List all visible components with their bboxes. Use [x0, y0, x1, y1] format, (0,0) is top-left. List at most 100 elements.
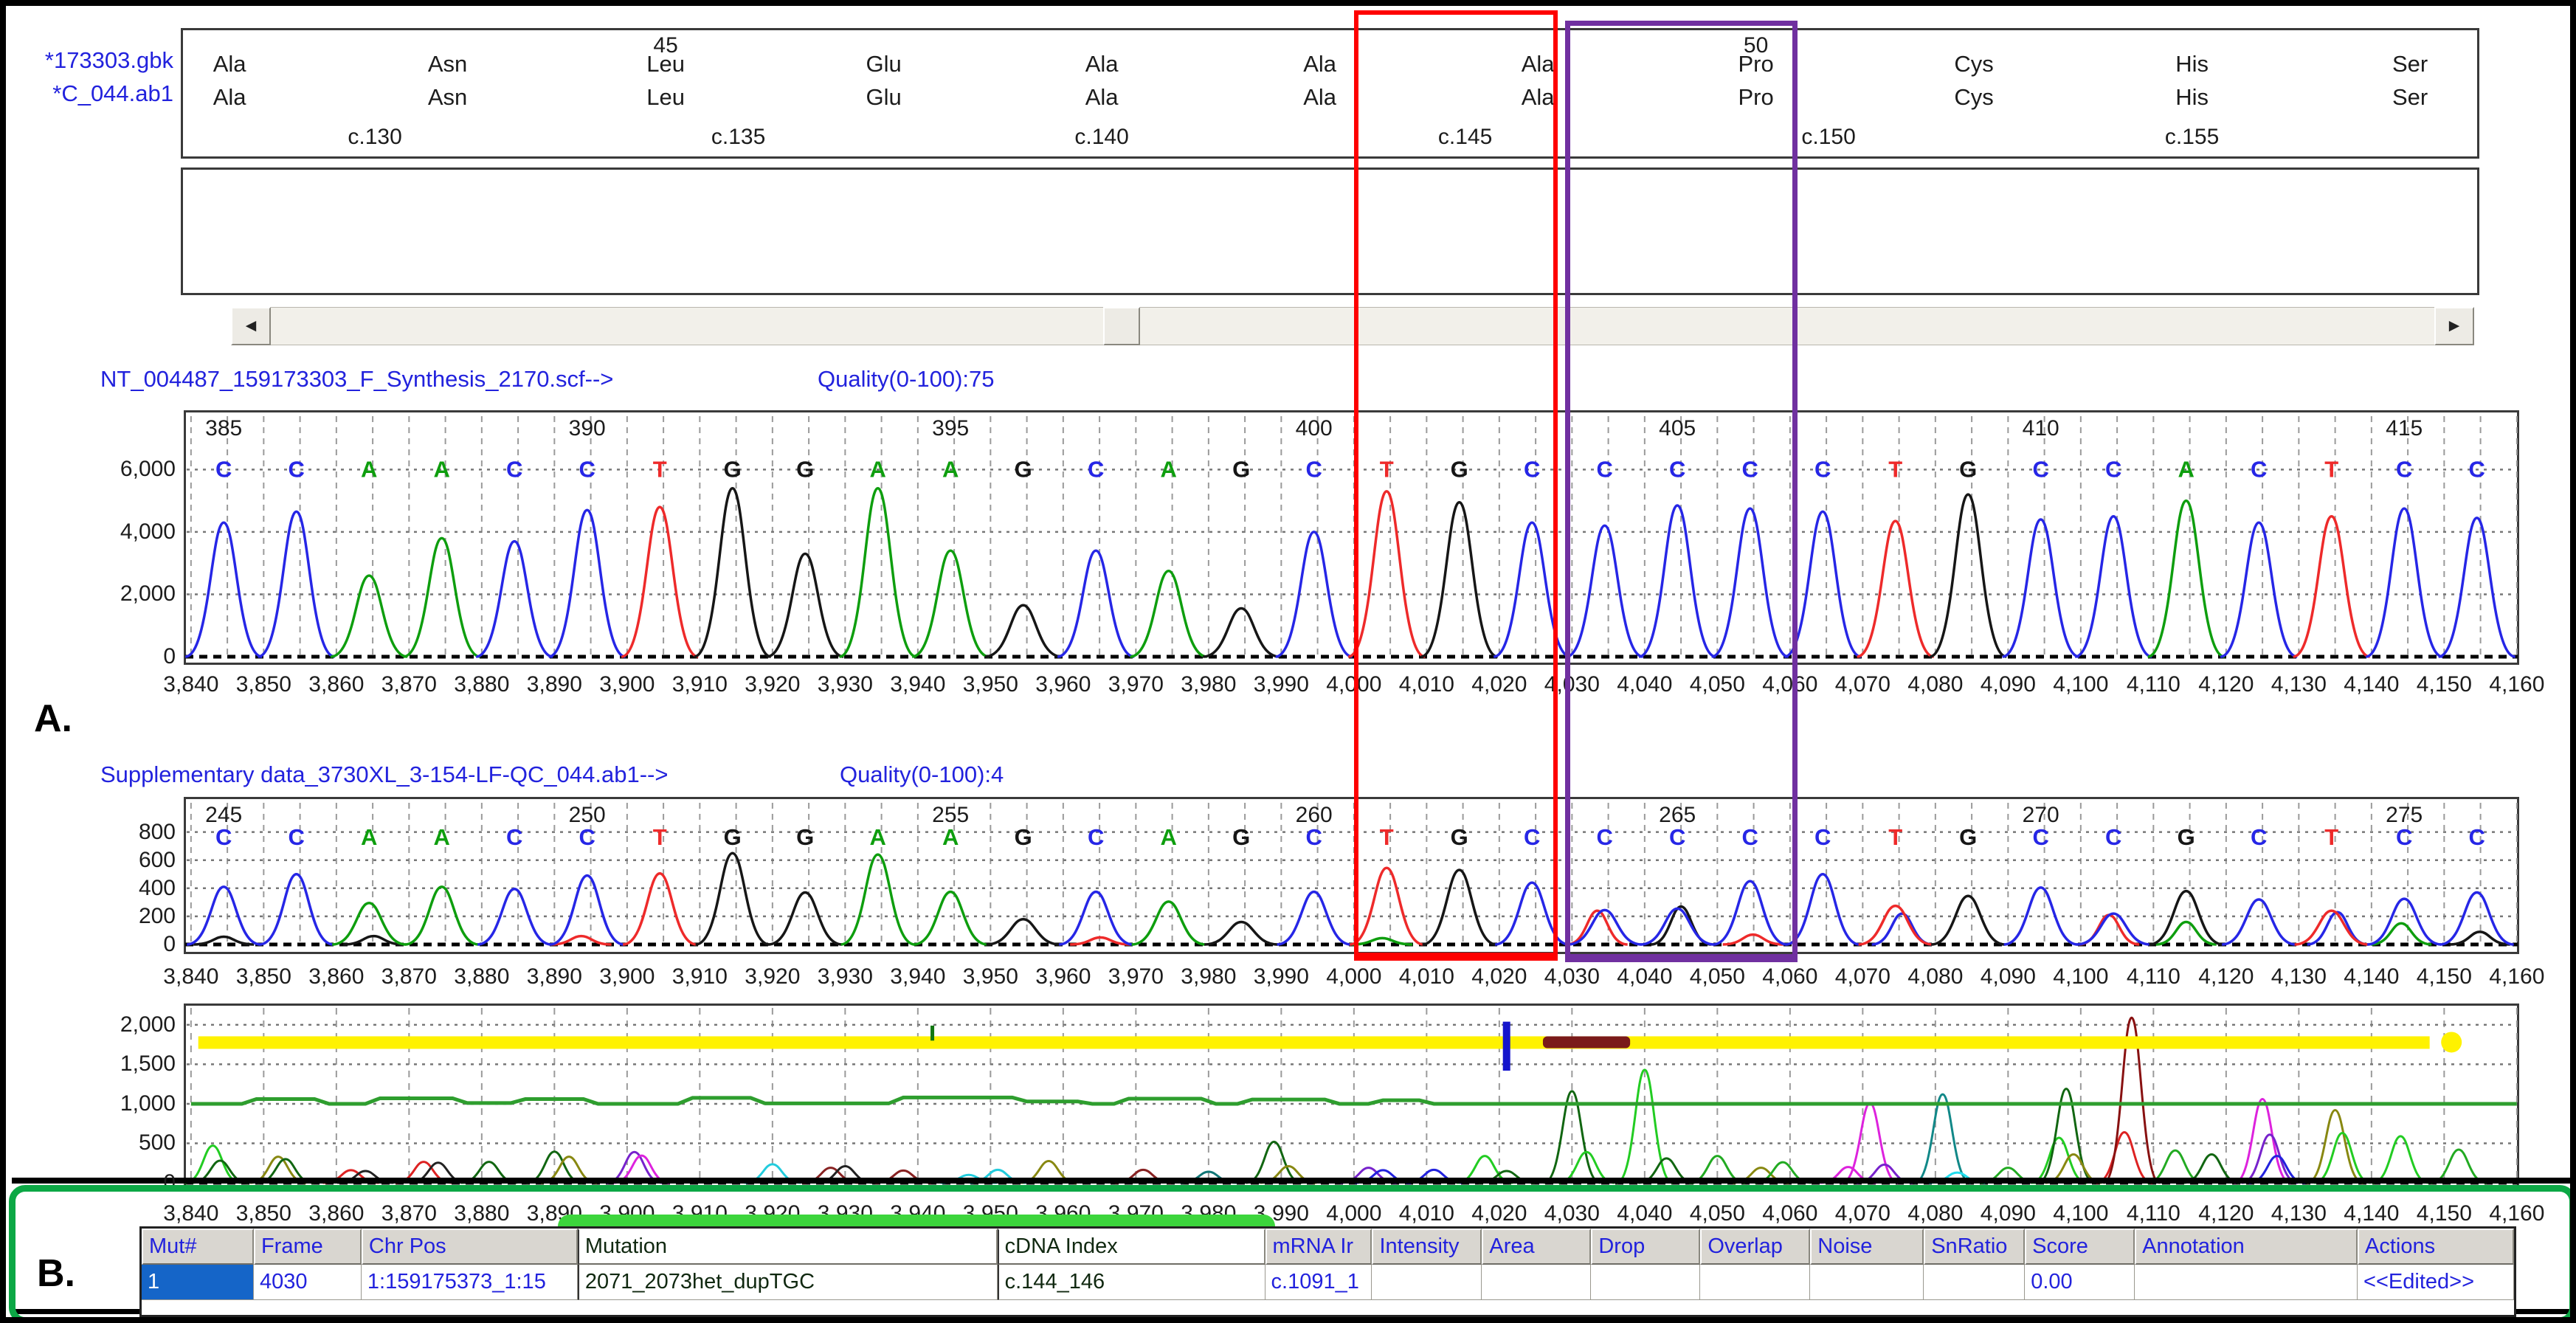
table-cell[interactable]: 2071_2073het_dupTGC [577, 1265, 998, 1300]
base-call-letter: A [869, 456, 885, 482]
xaxis-tick-label: 3,850 [235, 1201, 291, 1226]
sample-amino-acid: Cys [1954, 84, 1994, 110]
xaxis-tick-label: 4,110 [2126, 964, 2180, 989]
table-header-mrna-ir[interactable]: mRNA Ir [1265, 1229, 1372, 1265]
xaxis-tick-label: 4,000 [1326, 1201, 1382, 1226]
cdna-position-label: c.145 [1437, 125, 1493, 149]
horizontal-scrollbar[interactable] [231, 307, 2474, 345]
base-call-letter: C [1305, 824, 1322, 850]
base-call-letter: C [2251, 824, 2267, 850]
chromatogram-b-filename: Supplementary data_3730XL_3-154-LF-QC_04… [100, 761, 669, 787]
xaxis-tick-label: 3,940 [890, 964, 946, 989]
table-cell[interactable]: 1:159175373_1:15 [361, 1265, 578, 1300]
base-call-letter: G [1959, 824, 1977, 850]
base-call-letter: G [724, 824, 742, 850]
xaxis-tick-label: 4,000 [1326, 672, 1382, 697]
xaxis-tick-label: 3,920 [745, 964, 801, 989]
scan-position-label: 415 [2386, 416, 2423, 441]
xaxis-tick-label: 4,130 [2271, 672, 2327, 697]
mutation-row[interactable]: 1 4030 1:159175373_1:15 2071_2073het_dupTGC… [142, 1265, 2514, 1300]
scan-position-label: 405 [1659, 416, 1696, 441]
table-header-cdna-index[interactable]: cDNA Index [997, 1229, 1265, 1265]
table-cell[interactable]: 0.00 [2025, 1265, 2135, 1300]
xaxis-tick-label: 4,150 [2416, 1201, 2472, 1226]
table-header-mut-[interactable]: Mut# [142, 1229, 254, 1265]
table-header-drop[interactable]: Drop [1591, 1229, 1701, 1265]
xaxis-tick-label: 3,850 [235, 964, 291, 989]
xaxis-tick-label: 4,010 [1398, 964, 1454, 989]
table-cell[interactable]: 4030 [253, 1265, 362, 1300]
xaxis-tick-label: 4,150 [2416, 672, 2472, 697]
table-header-mutation[interactable]: Mutation [577, 1229, 998, 1265]
table-header-annotation[interactable]: Annotation [2135, 1229, 2358, 1265]
table-cell[interactable]: c.1091_1 [1265, 1265, 1372, 1300]
table-cell[interactable] [1924, 1265, 2026, 1300]
table-cell[interactable] [1591, 1265, 1701, 1300]
base-call-letter: C [215, 824, 232, 850]
mutation-table: Mut# Frame Chr Pos Mutation cDNA Index mRNA I… [139, 1226, 2516, 1317]
table-cell[interactable] [2135, 1265, 2358, 1300]
xaxis-tick-label: 4,020 [1471, 672, 1527, 697]
scan-position-label: 390 [569, 416, 606, 441]
table-header-actions[interactable]: Actions [2358, 1229, 2514, 1265]
base-call-letter: C [2251, 456, 2267, 482]
base-call-letter: C [215, 456, 232, 482]
xaxis-tick-label: 4,040 [1617, 1201, 1673, 1226]
table-header-snratio[interactable]: SnRatio [1924, 1229, 2026, 1265]
xaxis-tick-label: 3,950 [962, 672, 1018, 697]
chromatogram-a-xaxis: 3,840 3,850 3,860 3,870 3,880 3,890 3,900 3,910… [163, 672, 2544, 702]
xaxis-tick-label: 4,140 [2344, 964, 2400, 989]
yaxis-tick-label: 0 [163, 644, 176, 669]
table-header-intensity[interactable]: Intensity [1372, 1229, 1482, 1265]
xaxis-tick-label: 4,050 [1689, 672, 1745, 697]
base-call-letter: G [724, 456, 742, 482]
xaxis-tick-label: 4,110 [2126, 672, 2180, 697]
table-cell[interactable] [1482, 1265, 1592, 1300]
scrollbar-left-arrow[interactable]: ◄ [231, 307, 271, 345]
reference-file-label[interactable]: *173303.gbk [15, 47, 173, 74]
reference-amino-acid: Ala [1085, 51, 1119, 77]
table-cell[interactable] [1700, 1265, 1811, 1300]
yaxis-tick-label: 2,000 [120, 581, 176, 607]
sample-amino-acid: Ala [213, 84, 246, 110]
base-call-letter: G [1959, 456, 1977, 482]
sample-amino-acid: Ala [1303, 84, 1336, 110]
xaxis-tick-label: 4,060 [1762, 672, 1818, 697]
xaxis-tick-label: 4,120 [2198, 1201, 2254, 1226]
table-header-score[interactable]: Score [2025, 1229, 2135, 1265]
xaxis-tick-label: 4,100 [2053, 964, 2109, 989]
xaxis-tick-label: 4,130 [2271, 964, 2327, 989]
yaxis-tick-label: 500 [138, 1130, 176, 1156]
scrollbar-right-arrow[interactable]: ► [2434, 307, 2474, 345]
table-header-overlap[interactable]: Overlap [1700, 1229, 1811, 1265]
sample-amino-acid: Pro [1738, 84, 1774, 110]
table-cell[interactable]: <<Edited>> [2358, 1265, 2514, 1300]
xaxis-tick-label: 4,070 [1834, 672, 1890, 697]
base-call-letter: T [653, 824, 667, 850]
table-cell[interactable]: 1 [142, 1265, 254, 1300]
base-call-letter: C [1741, 456, 1758, 482]
table-header-chr-pos[interactable]: Chr Pos [361, 1229, 578, 1265]
scan-position-label: 410 [2023, 416, 2059, 441]
base-call-letter: C [2105, 824, 2121, 850]
sample-file-label[interactable]: *C_044.ab1 [15, 80, 173, 107]
chromatogram-a-filename: NT_004487_159173303_F_Synthesis_2170.scf… [100, 366, 614, 392]
table-cell[interactable] [1810, 1265, 1924, 1300]
xaxis-tick-label: 4,080 [1907, 964, 1964, 989]
xaxis-tick-label: 4,050 [1689, 1201, 1745, 1226]
table-header-noise[interactable]: Noise [1810, 1229, 1924, 1265]
base-call-letter: T [1888, 824, 1902, 850]
base-call-letter: C [2105, 456, 2121, 482]
base-call-letter: T [1380, 824, 1394, 850]
table-cell[interactable]: c.144_146 [997, 1265, 1265, 1300]
table-cell[interactable] [1372, 1265, 1482, 1300]
table-header-area[interactable]: Area [1482, 1229, 1592, 1265]
scrollbar-thumb[interactable] [1103, 307, 1140, 345]
xaxis-tick-label: 3,840 [163, 1201, 219, 1226]
base-call-letter: C [2468, 824, 2485, 850]
base-call-letter: C [2396, 824, 2412, 850]
yaxis-tick-label: 600 [138, 847, 176, 872]
xaxis-tick-label: 4,100 [2053, 1201, 2109, 1226]
xaxis-tick-label: 3,970 [1108, 672, 1164, 697]
table-header-frame[interactable]: Frame [253, 1229, 362, 1265]
